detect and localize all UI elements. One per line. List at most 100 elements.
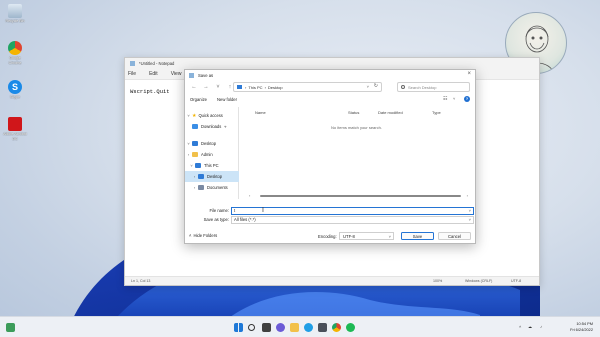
refresh-icon[interactable]: ↻ (374, 83, 378, 89)
desktop-icon-skype[interactable]: S Skype (3, 80, 27, 100)
notepad-icon (130, 60, 135, 66)
desktop-icon-chrome[interactable]: Google Chrome (3, 41, 27, 65)
close-icon[interactable]: × (467, 71, 471, 77)
desktop-icon-acrobat[interactable]: Adobe Acrobat DC (3, 117, 27, 141)
search-input[interactable]: Search Desktop (408, 85, 436, 90)
column-header-type[interactable]: Type (432, 110, 441, 115)
address-bar[interactable]: › This PC › Desktop ˅ ↻ (233, 82, 382, 92)
status-position: Ln 1, Col 13 (131, 279, 151, 283)
chevron-right-icon[interactable]: › (191, 174, 198, 179)
scrollbar-thumb[interactable] (260, 195, 461, 197)
search-icon (401, 85, 405, 89)
forward-arrow-icon[interactable]: → (203, 84, 209, 90)
encoding-select[interactable]: UTF-8 ˅ (339, 231, 394, 240)
nav-item-label: Documents (207, 185, 228, 190)
notepad-title: *Untitled - Notepad (139, 60, 175, 66)
notepad-icon (189, 72, 194, 78)
nav-item-downloads[interactable]: Downloads ⌖ (185, 121, 239, 132)
menu-file[interactable]: File (128, 71, 136, 77)
scroll-right-icon[interactable]: › (467, 193, 468, 198)
save-as-type-row: Save as type: All files (*.*) ˅ (185, 215, 477, 224)
store-icon[interactable] (318, 323, 327, 332)
clock[interactable]: 10:54 PM Fri 6/24/2022 (570, 321, 593, 332)
star-icon: ★ (192, 112, 197, 119)
nav-item-label: Downloads (201, 124, 222, 129)
new-folder-button[interactable]: New folder (217, 97, 237, 102)
recent-chevron-icon[interactable]: ˅ (215, 84, 221, 90)
chat-icon[interactable] (276, 323, 285, 332)
status-encoding: UTF-8 (511, 279, 522, 283)
spotify-icon[interactable] (346, 323, 355, 332)
navigation-pane: ˅ ★ Quick access Downloads ⌖ ˅ Desktop ›… (185, 107, 239, 199)
chevron-down-icon[interactable]: ˅ (188, 163, 195, 168)
chevron-right-icon[interactable]: › (191, 185, 198, 190)
view-options-icon[interactable]: ☷ (443, 96, 447, 102)
task-view-icon[interactable] (262, 323, 271, 332)
chevron-up-icon[interactable]: ˄ (519, 324, 521, 329)
column-header-date-modified[interactable]: Date modified (378, 110, 403, 115)
file-name-label: File name: (209, 208, 229, 213)
nav-item-desktop[interactable]: › Desktop (185, 171, 239, 182)
nav-item-label: This PC (204, 163, 219, 168)
back-arrow-icon[interactable]: ← (191, 84, 197, 90)
chevron-down-icon[interactable]: ˅ (469, 208, 471, 213)
acrobat-icon (8, 117, 22, 131)
clock-date: Fri 6/24/2022 (570, 326, 593, 332)
chevron-right-icon[interactable]: › (185, 152, 192, 157)
chevron-down-icon[interactable]: ˅ (389, 233, 391, 240)
dialog-footer: ˄ Hide Folders Encoding: UTF-8 ˅ Save Can… (185, 229, 475, 243)
breadcrumb-this-pc[interactable]: This PC (248, 85, 262, 90)
cloud-icon[interactable]: ☁ (528, 324, 532, 329)
nav-item-admin[interactable]: › Admin (185, 149, 239, 160)
mouse-cursor-icon: I (262, 207, 264, 214)
menu-view[interactable]: View (171, 71, 182, 77)
file-name-input[interactable]: t ˅ (231, 206, 474, 215)
widgets-icon[interactable] (6, 323, 15, 332)
start-icon[interactable] (234, 323, 243, 332)
nav-item-documents[interactable]: › Documents (185, 182, 239, 193)
desktop-icon-recycle-bin[interactable]: Recycle Bin (3, 4, 27, 24)
folder-icon (192, 152, 198, 157)
chevron-down-icon[interactable]: ˅ (367, 84, 369, 89)
chevron-down-icon[interactable]: ˅ (453, 96, 455, 101)
chevron-down-icon[interactable]: ˅ (185, 141, 192, 146)
file-explorer-icon[interactable] (290, 323, 299, 332)
breadcrumb-separator: › (245, 84, 247, 90)
chevron-down-icon[interactable]: ˅ (469, 217, 471, 222)
file-list-pane[interactable]: Name Status Date modified Type No items … (240, 107, 473, 198)
column-header-name[interactable]: Name (255, 110, 266, 115)
skype-icon: S (8, 80, 22, 94)
sound-icon[interactable]: ♪ (540, 324, 542, 329)
horizontal-scrollbar[interactable]: ‹ › (245, 193, 468, 198)
nav-item-quick-access[interactable]: ˅ ★ Quick access (185, 110, 239, 121)
desktop-folder-icon (198, 174, 204, 179)
organize-button[interactable]: Organize (190, 97, 207, 102)
notepad-titlebar: *Untitled - Notepad (125, 58, 539, 68)
edge-icon[interactable] (304, 323, 313, 332)
encoding-label: Encoding: (318, 233, 337, 239)
hide-folders-button[interactable]: ˄ Hide Folders (189, 233, 217, 238)
help-icon[interactable]: ? (464, 96, 470, 102)
notepad-text-area[interactable]: Wscript.Quit (130, 88, 170, 95)
save-as-dialog[interactable]: Save as × ← → ˅ ↑ › This PC › Desktop ˅ … (184, 69, 476, 244)
dialog-navbar: ← → ˅ ↑ › This PC › Desktop ˅ ↻ Search D… (185, 80, 475, 94)
nav-item-this-pc[interactable]: ˅ This PC (185, 160, 239, 171)
nav-item-desktop-root[interactable]: ˅ Desktop (185, 138, 239, 149)
save-button[interactable]: Save (401, 231, 434, 240)
menu-edit[interactable]: Edit (149, 71, 158, 77)
search-icon[interactable] (248, 324, 255, 331)
notepad-statusbar: Ln 1, Col 13 100% Windows (CRLF) UTF-8 (125, 276, 539, 285)
nav-item-label: Desktop (201, 141, 217, 146)
file-name-value: t (234, 208, 236, 213)
cancel-button[interactable]: Cancel (438, 231, 471, 240)
scroll-left-icon[interactable]: ‹ (249, 193, 250, 198)
save-as-type-select[interactable]: All files (*.*) ˅ (231, 215, 474, 224)
chrome-icon[interactable] (332, 323, 341, 332)
column-headers: Name Status Date modified Type (240, 107, 473, 117)
chevron-down-icon[interactable]: ˅ (185, 113, 192, 118)
search-box[interactable]: Search Desktop (397, 82, 470, 92)
nav-item-label: Desktop (207, 174, 223, 179)
column-header-status[interactable]: Status (348, 110, 359, 115)
breadcrumb-desktop[interactable]: Desktop (268, 85, 283, 90)
recycle-bin-icon (8, 4, 22, 18)
